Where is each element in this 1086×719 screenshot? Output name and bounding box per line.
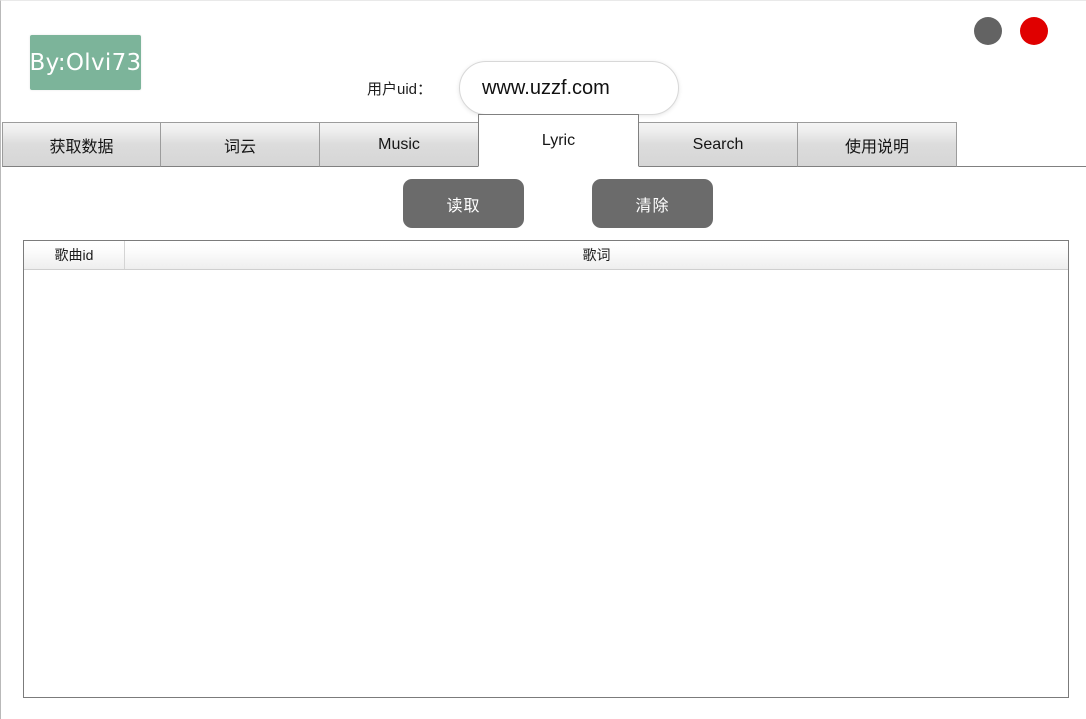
tab-label: Search [692,135,744,153]
tab-label: 词云 [223,138,256,156]
uid-label: 用户uid： [367,80,433,98]
table-header-row: 歌曲id 歌词 [24,241,1068,270]
tab-instructions[interactable]: 使用说明 [797,122,957,167]
app-logo-text: By:Olvi73 [29,49,142,76]
table-header-lyrics[interactable]: 歌词 [125,241,1068,269]
tab-search[interactable]: Search [638,122,798,167]
uid-input[interactable] [459,61,680,115]
tab-strip: 获取数据 词云 Music Lyric Search 使用说明 [2,114,957,167]
tab-lyric[interactable]: Lyric [478,114,639,167]
window-controls [974,17,1048,45]
close-button[interactable] [1020,17,1048,45]
uid-row: 用户uid： [367,61,680,115]
application-window: By:Olvi73 用户uid： 获取数据 词云 Music Lyric Sea… [0,0,1086,719]
app-logo: By:Olvi73 [30,35,141,90]
tab-label: Lyric [541,131,576,149]
minimize-button[interactable] [974,17,1002,45]
tab-bar: 获取数据 词云 Music Lyric Search 使用说明 [2,114,1086,168]
read-button[interactable]: 读取 [403,179,524,228]
table-header-song-id[interactable]: 歌曲id [24,241,125,269]
tab-label: Music [378,135,420,153]
tab-music[interactable]: Music [319,122,479,167]
table-body [24,270,1068,697]
lyric-table: 歌曲id 歌词 [23,240,1069,698]
action-button-group: 读取 清除 [403,179,713,228]
tab-label: 使用说明 [844,138,909,156]
clear-button[interactable]: 清除 [592,179,713,228]
tab-label: 获取数据 [49,138,114,156]
tab-get-data[interactable]: 获取数据 [2,122,161,167]
tab-word-cloud[interactable]: 词云 [160,122,320,167]
